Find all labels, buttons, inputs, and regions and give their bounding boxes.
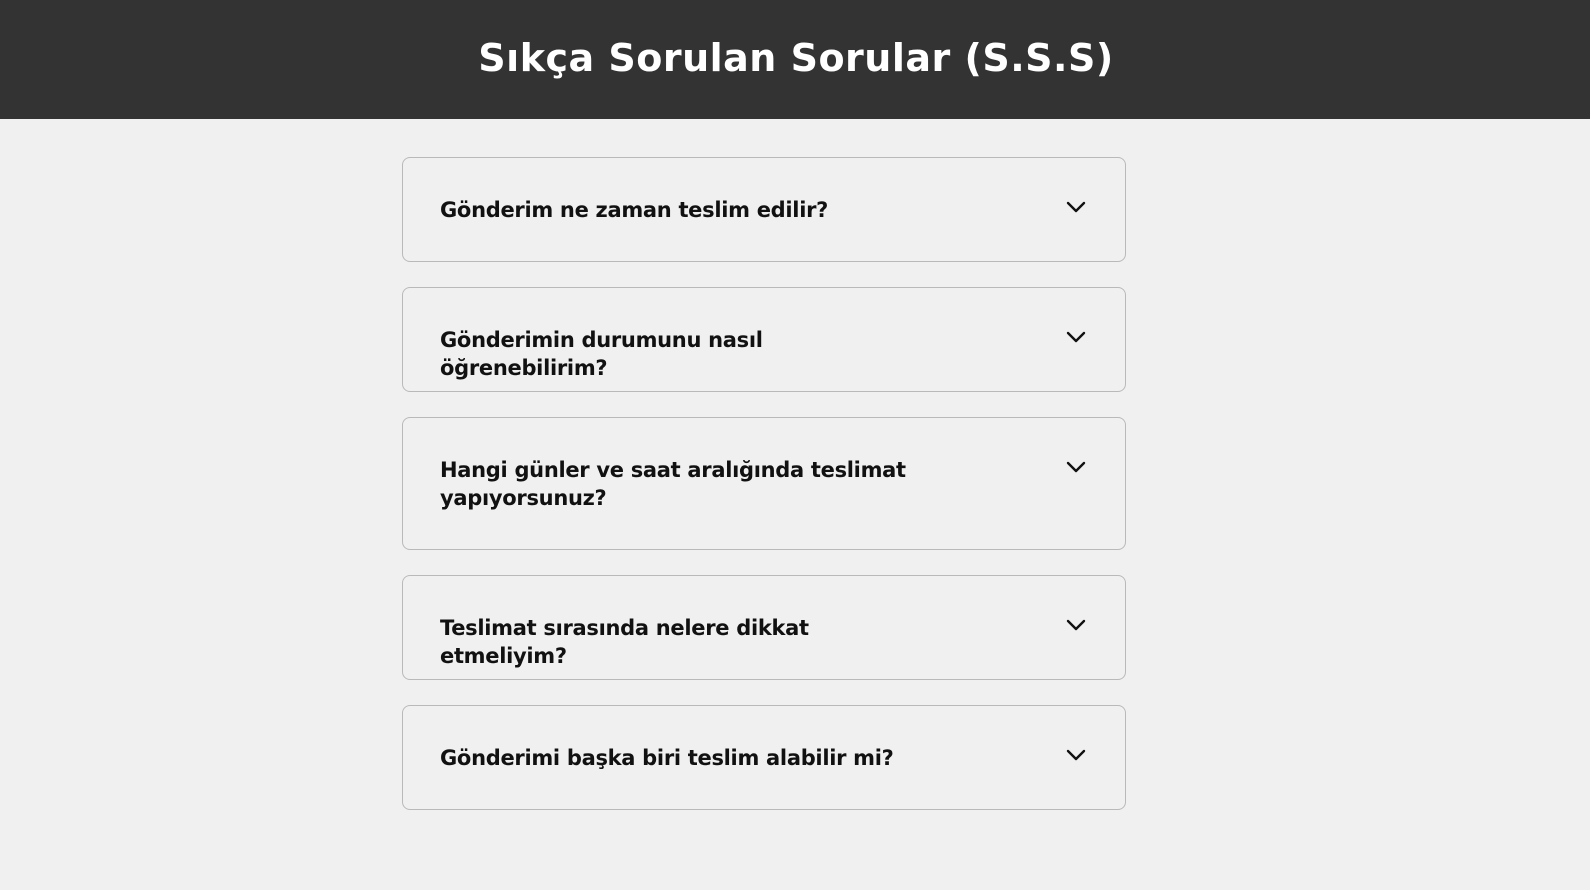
faq-question: Hangi günler ve saat aralığında teslimat… xyxy=(440,458,906,510)
chevron-down-icon[interactable] xyxy=(1065,744,1087,766)
chevron-down-icon[interactable] xyxy=(1065,326,1087,348)
faq-item[interactable]: Hangi günler ve saat aralığında teslimat… xyxy=(402,417,1126,550)
faq-list: Gönderim ne zaman teslim edilir? Gönderi… xyxy=(402,157,1126,810)
faq-question: Gönderimi başka biri teslim alabilir mi? xyxy=(440,746,894,770)
faq-item[interactable]: Gönderimin durumunu nasıl öğrenebilirim? xyxy=(402,287,1126,392)
faq-question: Gönderim ne zaman teslim edilir? xyxy=(440,198,829,222)
chevron-down-icon[interactable] xyxy=(1065,456,1087,478)
faq-question: Gönderimin durumunu nasıl öğrenebilirim? xyxy=(440,328,763,380)
page-header: Sıkça Sorulan Sorular (S.S.S) xyxy=(0,0,1590,119)
faq-item[interactable]: Gönderimi başka biri teslim alabilir mi? xyxy=(402,705,1126,810)
page-title: Sıkça Sorulan Sorular (S.S.S) xyxy=(478,35,1114,80)
faq-item[interactable]: Teslimat sırasında nelere dikkat etmeliy… xyxy=(402,575,1126,680)
chevron-down-icon[interactable] xyxy=(1065,614,1087,636)
faq-question: Teslimat sırasında nelere dikkat etmeliy… xyxy=(440,616,809,668)
faq-item[interactable]: Gönderim ne zaman teslim edilir? xyxy=(402,157,1126,262)
chevron-down-icon[interactable] xyxy=(1065,196,1087,218)
